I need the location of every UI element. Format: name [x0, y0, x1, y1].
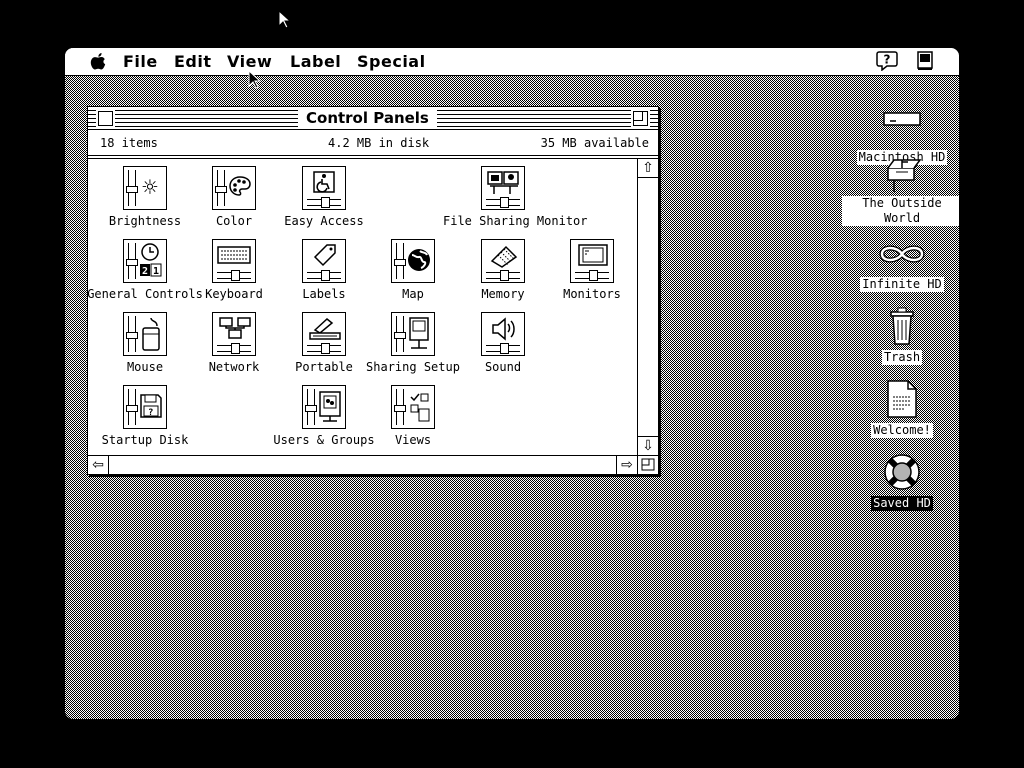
cp-monitors[interactable]: Monitors — [532, 239, 637, 302]
menu-view[interactable]: View — [227, 52, 272, 71]
cp-label: Sound — [484, 360, 522, 374]
trash-icon — [882, 306, 922, 346]
portable-icon — [302, 312, 346, 356]
window-content: ☼ Brightness Color Easy Access File Shar… — [88, 159, 637, 455]
mailbox-icon — [882, 158, 922, 194]
vertical-scrollbar[interactable]: ⇧ ⇩ — [637, 159, 658, 455]
easy-access-icon — [302, 166, 346, 210]
network-icon — [212, 312, 256, 356]
cp-label: Labels — [302, 287, 346, 301]
general-controls-icon: 21 — [123, 239, 167, 283]
sharing-setup-icon — [391, 312, 435, 356]
cp-label: Portable — [295, 360, 353, 374]
disk-available: 35 MB available — [540, 136, 649, 150]
finder-app-icon[interactable] — [915, 51, 935, 71]
size-box[interactable] — [637, 455, 658, 474]
svg-text:2: 2 — [142, 266, 148, 277]
cp-label: Views — [394, 433, 432, 447]
arrow-cursor-icon — [248, 70, 262, 89]
desktop-icon-label: Saved HD — [871, 496, 933, 511]
cp-sound[interactable]: Sound — [443, 312, 563, 375]
cp-label: File Sharing Monitor — [443, 214, 588, 228]
cp-label: Easy Access — [284, 214, 364, 228]
svg-text:?: ? — [884, 53, 891, 67]
window-info-bar: 18 items 4.2 MB in disk 35 MB available — [88, 130, 658, 159]
mouse-icon — [123, 312, 167, 356]
desktop[interactable]: File Edit View Label Special ? Control P… — [65, 48, 959, 719]
infinity-disk-icon — [879, 237, 925, 273]
desktop-icon-outside-world[interactable]: The Outside World — [842, 158, 959, 226]
keyboard-icon — [212, 239, 256, 283]
scroll-up-arrow-icon[interactable]: ⇧ — [638, 159, 658, 178]
labels-tag-icon — [302, 239, 346, 283]
desktop-icon-saved-hd[interactable]: Saved HD — [842, 452, 959, 511]
monitor-icon — [570, 239, 614, 283]
desktop-icon-label: The Outside World — [842, 196, 959, 226]
cp-label: Monitors — [563, 287, 621, 301]
menu-bar: File Edit View Label Special ? — [65, 48, 959, 76]
color-palette-icon — [212, 166, 256, 210]
desktop-icon-label: Welcome! — [871, 423, 933, 438]
cp-easy-access[interactable]: Easy Access — [264, 166, 384, 229]
scroll-left-arrow-icon[interactable]: ⇦ — [88, 456, 109, 474]
scroll-right-arrow-icon[interactable]: ⇨ — [616, 456, 637, 474]
cp-label: Startup Disk — [101, 433, 189, 447]
menu-edit[interactable]: Edit — [174, 52, 212, 71]
cp-label: Color — [215, 214, 253, 228]
svg-text:1: 1 — [153, 266, 159, 277]
brightness-icon: ☼ — [123, 166, 167, 210]
cp-file-sharing-monitor[interactable]: File Sharing Monitor — [443, 166, 588, 229]
window-title-bar[interactable]: Control Panels — [88, 107, 658, 130]
memory-chip-icon — [481, 239, 525, 283]
desktop-icon-label: Trash — [881, 350, 923, 365]
menu-label[interactable]: Label — [290, 52, 341, 71]
desktop-icon-infinite-hd[interactable]: Infinite HD — [842, 237, 959, 292]
menu-file[interactable]: File — [123, 52, 158, 71]
file-sharing-monitor-icon — [481, 166, 525, 210]
views-icon — [391, 385, 435, 429]
desktop-icon-welcome[interactable]: Welcome! — [842, 379, 959, 438]
arrow-cursor-icon — [278, 10, 292, 29]
startup-disk-icon: ? — [123, 385, 167, 429]
life-preserver-icon — [882, 452, 922, 492]
apple-icon[interactable] — [89, 52, 107, 71]
desktop-icon-label: Infinite HD — [860, 277, 944, 292]
close-box[interactable] — [98, 111, 113, 126]
disk-used: 4.2 MB in disk — [328, 136, 430, 150]
speaker-icon — [481, 312, 525, 356]
zoom-box[interactable] — [633, 111, 648, 126]
desktop-icon-trash[interactable]: Trash — [842, 306, 959, 365]
cp-views[interactable]: Views — [353, 385, 473, 448]
cp-label: Keyboard — [205, 287, 263, 301]
document-icon — [882, 379, 922, 419]
help-balloon-icon[interactable]: ? — [876, 51, 898, 71]
cp-label: Network — [208, 360, 260, 374]
svg-text:?: ? — [148, 408, 153, 418]
scroll-down-arrow-icon[interactable]: ⇩ — [638, 436, 658, 455]
cp-label: Mouse — [126, 360, 164, 374]
menu-special[interactable]: Special — [357, 52, 426, 71]
control-panels-window[interactable]: Control Panels 18 items 4.2 MB in disk 3… — [87, 106, 659, 475]
cp-label: Memory — [481, 287, 525, 301]
cp-label: Map — [402, 287, 424, 301]
horizontal-scrollbar[interactable]: ⇦ ⇨ — [88, 455, 637, 474]
desktop-icon-macintosh-hd[interactable]: Macintosh HD — [842, 110, 959, 165]
globe-icon — [391, 239, 435, 283]
hard-disk-icon — [882, 110, 922, 146]
window-title: Control Panels — [298, 109, 437, 127]
item-count: 18 items — [100, 136, 158, 150]
cp-label: Brightness — [108, 214, 182, 228]
cp-startup-disk[interactable]: ? Startup Disk — [88, 385, 205, 448]
users-groups-icon — [302, 385, 346, 429]
